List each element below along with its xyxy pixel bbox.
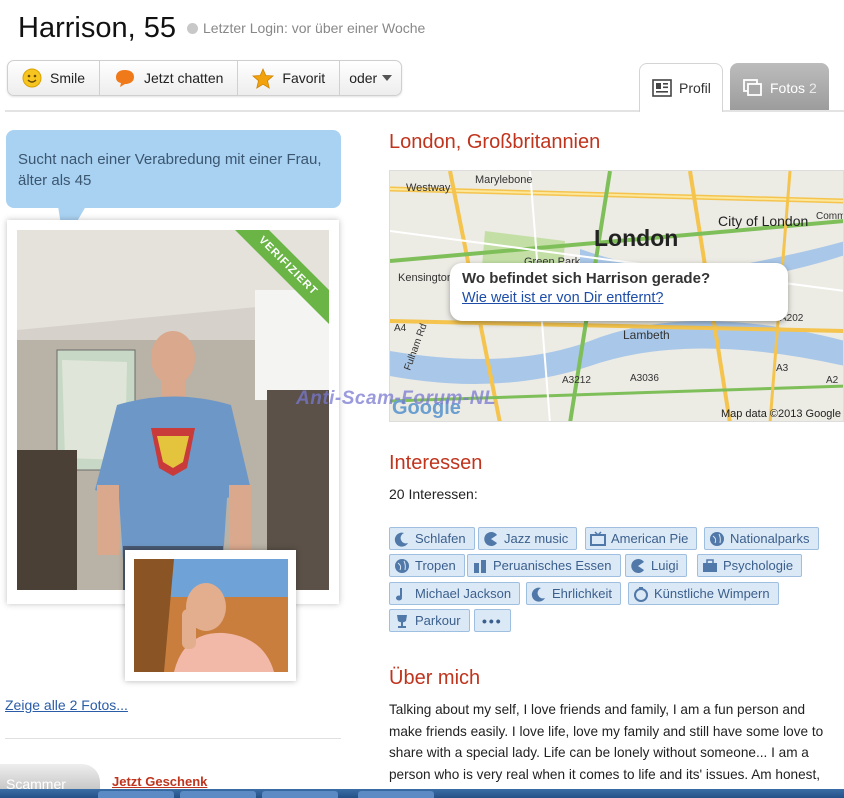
globe-icon [709, 531, 725, 547]
map-label-a2: A2 [826, 375, 839, 386]
interest-tag[interactable]: American Pie [585, 527, 698, 550]
offline-dot-icon [187, 22, 198, 34]
map-label-marylebone: Marylebone [475, 174, 532, 186]
photos-stack-icon [743, 78, 763, 97]
map-label-a3212: A3212 [562, 375, 591, 386]
interest-label: Tropen [415, 558, 456, 573]
star-icon [252, 67, 275, 89]
secondary-photo-frame [125, 550, 296, 681]
location-map[interactable]: Westway Marylebone London City of London… [389, 170, 844, 422]
interest-label: Jazz music [504, 531, 569, 546]
interest-label: Ehrlichkeit [552, 586, 612, 601]
food-icon [472, 558, 488, 574]
map-label-a3036: A3036 [630, 373, 659, 384]
chat-button[interactable]: Jetzt chatten [100, 61, 239, 95]
smiley-icon [22, 68, 42, 88]
moon-icon [394, 531, 410, 547]
interest-tag[interactable]: Psychologie [697, 554, 803, 577]
main-profile-photo[interactable]: VERIFIZIERT [17, 230, 329, 590]
map-label-westway: Westway [406, 182, 451, 194]
interest-label: Luigi [651, 558, 679, 573]
interest-label: Künstliche Wimpern [654, 586, 770, 601]
taskbar-button[interactable] [262, 791, 338, 798]
interest-tag[interactable]: Michael Jackson [389, 582, 521, 605]
map-attribution: Map data ©2013 Google [720, 408, 841, 420]
distance-link[interactable]: Wie weit ist er von Dir entfernt? [462, 290, 776, 306]
map-label-lambeth: Lambeth [623, 328, 670, 342]
map-popup-question: Wo befindet sich Harrison gerade? [462, 270, 711, 287]
interest-label: Parkour [415, 613, 461, 628]
globe-icon [394, 558, 410, 574]
chat-bubble-icon [114, 68, 136, 88]
chevron-down-icon [382, 75, 393, 81]
map-label-london: London [594, 225, 678, 251]
watermark-text: Anti-Scam-Forum-NL [296, 388, 497, 409]
favorite-button[interactable]: Favorit [238, 61, 341, 95]
more-label: oder [349, 70, 378, 86]
sidebar-divider [5, 738, 341, 739]
smile-button[interactable]: Smile [8, 61, 101, 95]
interest-tag[interactable]: Nationalparks [704, 527, 819, 550]
interest-label: American Pie [611, 531, 689, 546]
more-dropdown[interactable]: oder [340, 61, 401, 95]
map-label-city: City of London [718, 213, 808, 229]
interest-tag[interactable]: Tropen [389, 554, 465, 577]
music-note-icon [394, 586, 410, 602]
map-label-a4: A4 [394, 323, 407, 334]
taskbar-button[interactable] [180, 791, 256, 798]
tab-photos[interactable]: Fotos 2 [730, 63, 829, 112]
tab-profile[interactable]: Profil [639, 63, 723, 112]
more-interests-button[interactable]: ••• [474, 609, 511, 632]
favorite-label: Favorit [282, 70, 326, 86]
interest-tag[interactable]: Ehrlichkeit [526, 582, 621, 605]
interest-tag[interactable]: Parkour [389, 609, 470, 632]
about-heading: Über mich [389, 667, 481, 689]
stopwatch-icon [633, 586, 649, 602]
briefcase-icon [702, 558, 718, 574]
interests-heading: Interessen [389, 452, 483, 474]
location-title: London, Großbritannien [389, 131, 601, 153]
interest-tag[interactable]: Künstliche Wimpern [628, 582, 779, 605]
chat-label: Jetzt chatten [144, 70, 224, 86]
interest-tag[interactable]: Peruanisches Essen [467, 554, 621, 577]
profile-header: Harrison, 55 Letzter Login: vor über ein… [0, 0, 844, 112]
interest-label: Schlafen [415, 531, 466, 546]
interest-tag[interactable]: Luigi [625, 554, 688, 577]
taskbar-button[interactable] [358, 791, 434, 798]
interest-label: Peruanisches Essen [493, 558, 612, 573]
tv-icon [590, 530, 606, 547]
tab-photos-label: Fotos [770, 79, 806, 96]
interests-count: 20 Interessen: [389, 486, 478, 502]
taskbar-button[interactable] [98, 791, 174, 798]
interest-label: Psychologie [723, 558, 794, 573]
smile-label: Smile [50, 70, 86, 86]
main-photo-frame: VERIFIZIERT [7, 220, 339, 604]
profile-card-icon [652, 79, 672, 97]
interest-label: Nationalparks [730, 531, 810, 546]
gift-link[interactable]: Jetzt Geschenk [112, 774, 207, 789]
pacman-icon [483, 531, 499, 547]
show-all-photos-link[interactable]: Zeige alle 2 Fotos... [5, 697, 128, 713]
moon-icon [531, 586, 547, 602]
tab-profile-label: Profil [679, 80, 711, 96]
interest-tag[interactable]: Schlafen [389, 527, 475, 550]
map-info-popup: Wo befindet sich Harrison gerade? Wie we… [450, 263, 788, 321]
pacman-icon [630, 558, 646, 574]
profile-name: Harrison, 55 [18, 12, 176, 44]
action-bar: Smile Jetzt chatten Favorit oder [7, 60, 403, 96]
interest-tag[interactable]: Jazz music [478, 527, 578, 550]
trophy-icon [394, 613, 410, 629]
map-label-a3: A3 [776, 363, 789, 374]
seeking-bubble: Sucht nach einer Verabredung mit einer F… [6, 130, 341, 208]
map-label-comm: Comm [816, 211, 844, 222]
tab-photos-count: 2 [809, 79, 817, 96]
secondary-profile-photo[interactable] [134, 559, 288, 672]
last-login-status: Letzter Login: vor über einer Woche [187, 20, 425, 36]
about-text: Talking about my self, I love friends an… [389, 702, 824, 782]
last-login-text: Letzter Login: vor über einer Woche [203, 20, 426, 36]
interest-label: Michael Jackson [415, 586, 512, 601]
